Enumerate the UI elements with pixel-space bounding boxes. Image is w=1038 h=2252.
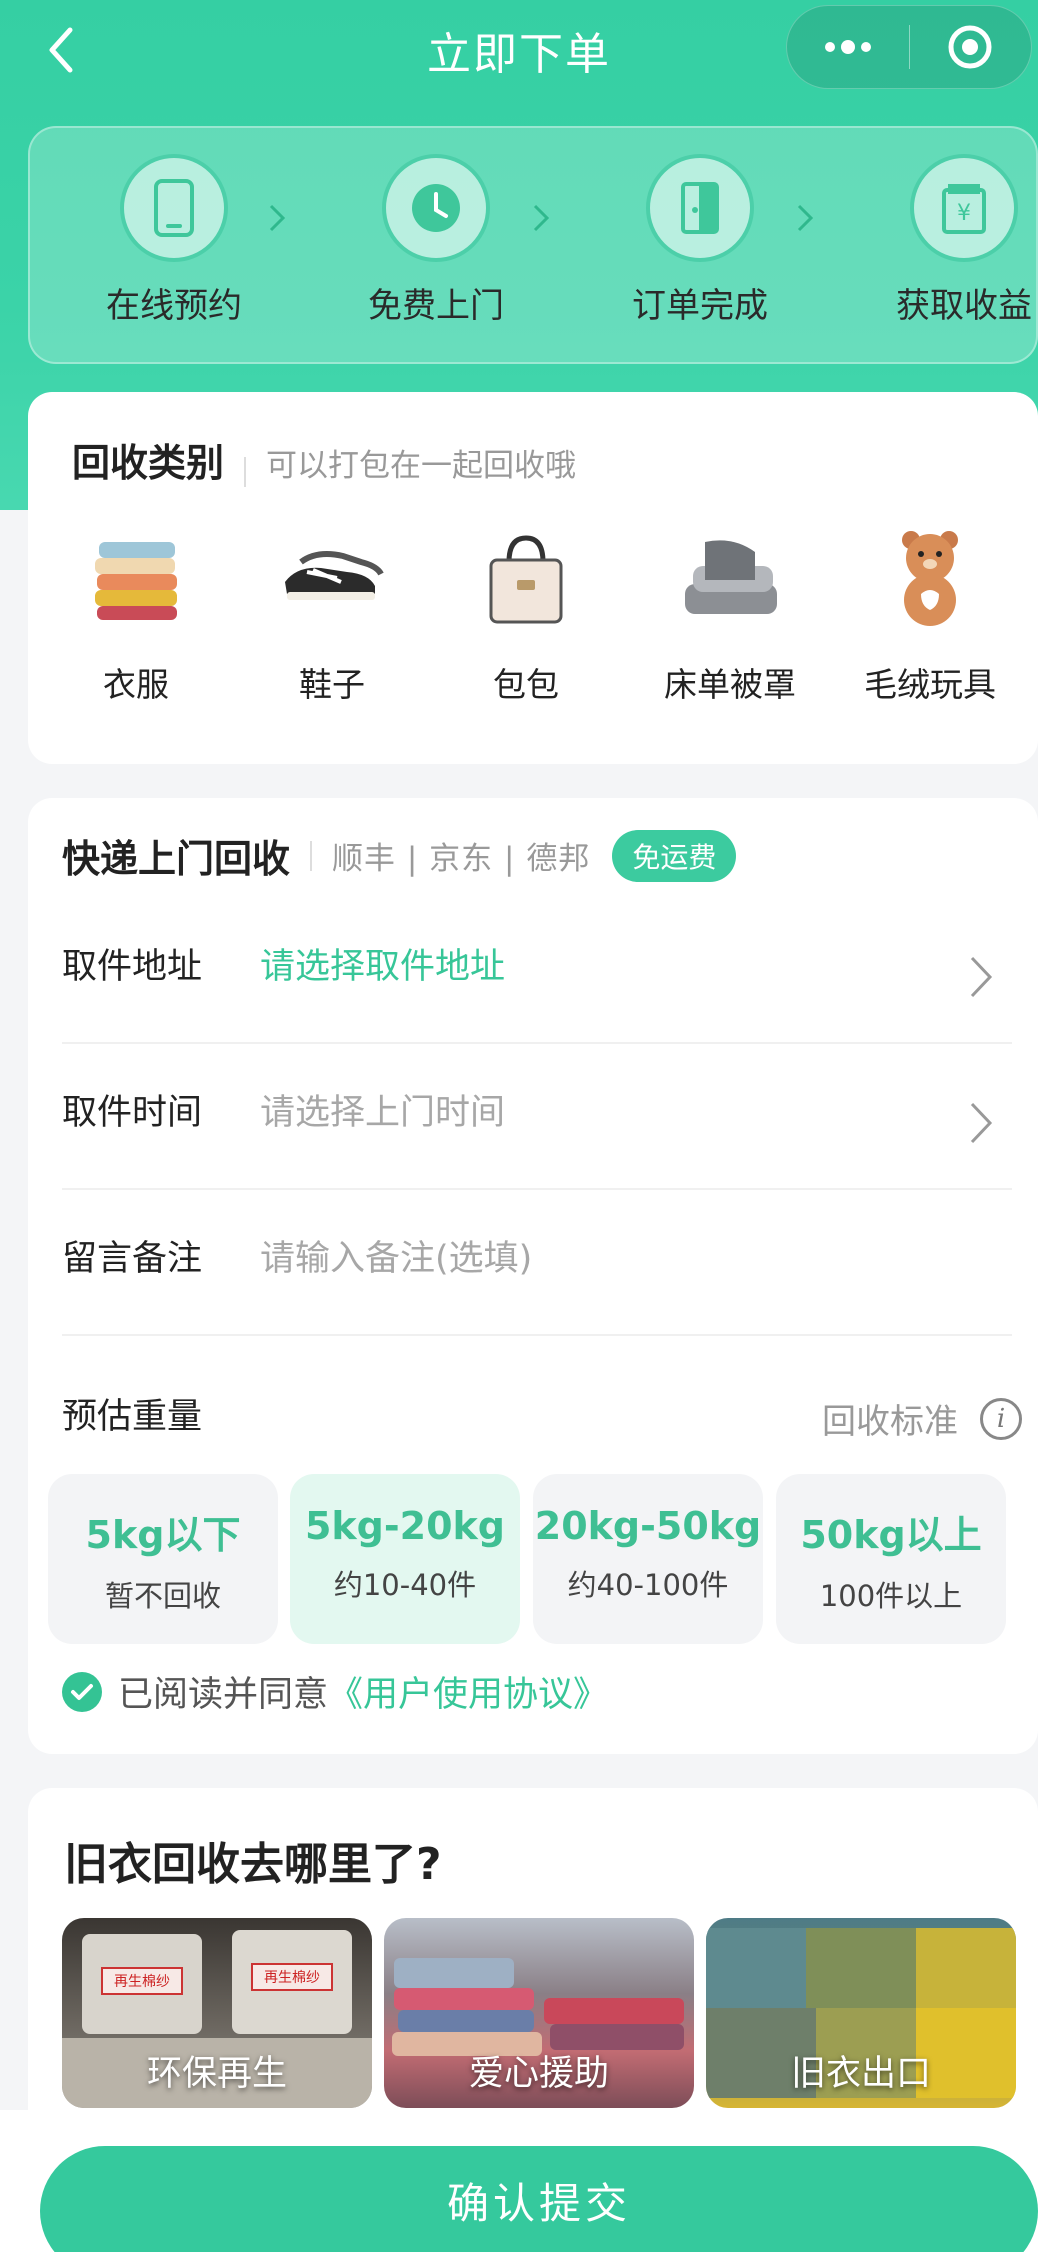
weight-header: 预估重量 回收标准 i <box>62 1388 1022 1442</box>
weight-option-over-50kg[interactable]: 50kg以上 100件以上 <box>776 1474 1006 1644</box>
clothes-icon <box>95 542 177 620</box>
pickup-address-label: 取件地址 <box>62 947 203 987</box>
free-shipping-badge: 免运费 <box>612 829 737 882</box>
where-item-label: 爱心援助 <box>468 2054 609 2094</box>
door-icon <box>681 182 719 234</box>
more-dots-icon <box>824 40 871 54</box>
submit-button[interactable]: 确认提交 <box>40 2146 1038 2252</box>
pickup-address-value[interactable]: 请选择取件地址 <box>260 938 505 989</box>
pickup-time-value[interactable]: 请选择上门时间 <box>260 1084 505 1135</box>
clock-icon <box>412 184 460 232</box>
where-item-eco-recycle[interactable]: 再生棉纱 再生棉纱 环保再生 <box>62 1918 372 2108</box>
category-item-shoes[interactable]: 鞋子 <box>242 522 422 706</box>
chevron-right-icon <box>526 198 556 238</box>
recycle-standard-link[interactable]: 回收标准 i <box>822 1394 1022 1443</box>
chevron-right-icon <box>970 1102 993 1144</box>
wallet-icon: ¥ <box>942 184 986 234</box>
chevron-right-icon <box>970 956 993 998</box>
nav-bar: 立即下单 <box>0 0 1038 100</box>
bedding-icon <box>685 540 777 614</box>
bag-icon <box>489 535 563 624</box>
category-title: 回收类别 <box>72 441 225 485</box>
weight-option-under-5kg[interactable]: 5kg以下 暂不回收 <box>48 1474 278 1644</box>
user-agreement-link[interactable]: 《用户使用协议》 <box>328 1666 608 1717</box>
mini-program-capsule <box>786 5 1032 89</box>
remark-row[interactable]: 留言备注 请输入备注(选填) <box>62 1190 1012 1336</box>
category-item-bag[interactable]: 包包 <box>436 522 616 706</box>
plush-toy-icon <box>902 531 958 626</box>
category-subtitle: 可以打包在一起回收哦 <box>266 448 577 484</box>
express-title: 快递上门回收 <box>62 837 291 881</box>
pickup-time-row[interactable]: 取件时间 请选择上门时间 <box>62 1044 1012 1190</box>
step-online-booking: 在线预约 <box>74 154 274 327</box>
weight-label: 预估重量 <box>62 1397 203 1437</box>
category-item-clothes[interactable]: 衣服 <box>46 522 226 706</box>
shoes-icon <box>285 551 384 600</box>
where-item-export[interactable]: 旧衣出口 <box>706 1918 1016 2108</box>
step-free-visit: 免费上门 <box>336 154 536 327</box>
agree-checkbox[interactable] <box>62 1671 102 1712</box>
step-order-complete: 订单完成 <box>600 154 800 327</box>
svg-text:¥: ¥ <box>957 201 971 226</box>
remark-input[interactable]: 请输入备注(选填) <box>260 1230 532 1281</box>
check-icon <box>71 1683 93 1700</box>
weight-option-5-20kg[interactable]: 5kg-20kg 约10-40件 <box>290 1474 520 1644</box>
category-item-plush-toy[interactable]: 毛绒玩具 <box>840 522 1020 706</box>
chevron-right-icon <box>790 198 820 238</box>
weight-option-20-50kg[interactable]: 20kg-50kg 约40-100件 <box>533 1474 763 1644</box>
pickup-time-label: 取件时间 <box>62 1093 203 1133</box>
where-item-charity[interactable]: 爱心援助 <box>384 1918 694 2108</box>
target-icon <box>948 25 992 69</box>
info-icon: i <box>980 1397 1022 1440</box>
agreement-row: 已阅读并同意 《用户使用协议》 <box>62 1666 608 1717</box>
category-item-bedding[interactable]: 床单被罩 <box>640 522 820 706</box>
order-page: 立即下单 在线预约 免费上门 订单完成 ¥ 获取收益 回收类别 可以打包在一起回… <box>0 0 1038 2252</box>
category-card: 回收类别 可以打包在一起回收哦 衣服 鞋子 包包 床单被罩 毛绒玩具 <box>28 392 1038 764</box>
agree-text: 已阅读并同意 <box>118 1675 329 1715</box>
express-card: 快递上门回收 顺丰 | 京东 | 德邦 免运费 取件地址 请选择取件地址 取件时间 … <box>28 798 1038 1754</box>
carriers-text: 顺丰 | 京东 | 德邦 <box>332 841 591 877</box>
phone-icon <box>154 179 194 237</box>
more-button[interactable] <box>787 6 909 88</box>
pickup-address-row[interactable]: 取件地址 请选择取件地址 <box>62 898 1012 1044</box>
step-get-income: ¥ 获取收益 <box>864 154 1038 327</box>
chevron-right-icon <box>262 198 292 238</box>
remark-label: 留言备注 <box>62 1239 203 1279</box>
where-item-label: 旧衣出口 <box>790 2054 931 2094</box>
process-steps: 在线预约 免费上门 订单完成 ¥ 获取收益 <box>28 126 1038 364</box>
yarn-tag-2: 再生棉纱 <box>264 1969 320 1986</box>
yarn-tag-1: 再生棉纱 <box>114 1973 170 1990</box>
where-title: 旧衣回收去哪里了? <box>64 1839 442 1890</box>
close-capsule-button[interactable] <box>910 6 1032 88</box>
where-item-label: 环保再生 <box>146 2054 287 2094</box>
